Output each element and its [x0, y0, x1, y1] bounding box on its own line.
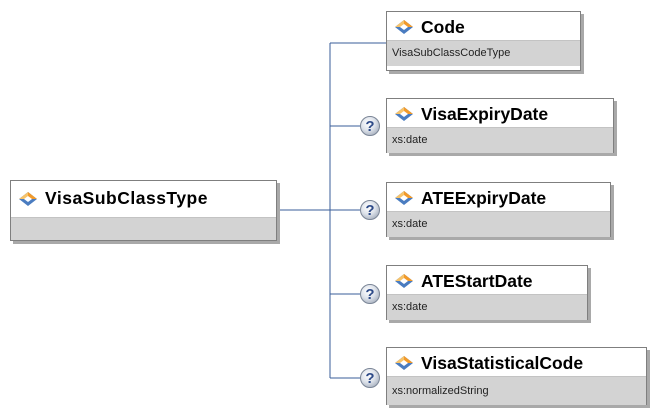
- diamond-icon: [395, 191, 413, 205]
- question-mark-icon: ?: [360, 116, 380, 136]
- element-name: Code: [421, 17, 465, 37]
- root-type-band: [11, 217, 276, 240]
- root-type-name: VisaSubClassType: [45, 188, 208, 208]
- element-box-code[interactable]: Code VisaSubClassCodeType: [386, 11, 581, 71]
- element-header: ATEStartDate: [387, 266, 587, 294]
- element-type: xs:date: [387, 127, 613, 153]
- element-box-ate-expiry-date[interactable]: ATEExpiryDate xs:date: [386, 182, 611, 237]
- diamond-icon: [19, 192, 37, 206]
- element-type: xs:normalizedString: [387, 376, 646, 405]
- question-mark-icon: ?: [360, 284, 380, 304]
- element-name: ATEStartDate: [421, 271, 533, 291]
- element-type: xs:date: [387, 294, 587, 320]
- element-type: VisaSubClassCodeType: [387, 40, 580, 66]
- question-mark-icon: ?: [360, 368, 380, 388]
- element-name: VisaExpiryDate: [421, 104, 549, 124]
- element-header: VisaStatisticalCode: [387, 348, 646, 376]
- diamond-icon: [395, 356, 413, 370]
- diamond-icon: [395, 274, 413, 288]
- element-header: VisaExpiryDate: [387, 99, 613, 127]
- root-header: VisaSubClassType: [11, 181, 276, 217]
- element-box-visa-statistical-code[interactable]: VisaStatisticalCode xs:normalizedString: [386, 347, 647, 405]
- element-header: ATEExpiryDate: [387, 183, 610, 211]
- element-type: xs:date: [387, 211, 610, 237]
- element-box-visa-expiry-date[interactable]: VisaExpiryDate xs:date: [386, 98, 614, 153]
- element-name: ATEExpiryDate: [421, 188, 547, 208]
- question-mark-icon: ?: [360, 200, 380, 220]
- diamond-icon: [395, 20, 413, 34]
- element-name: VisaStatisticalCode: [421, 353, 584, 373]
- element-header: Code: [387, 12, 580, 40]
- diamond-icon: [395, 107, 413, 121]
- element-box-ate-start-date[interactable]: ATEStartDate xs:date: [386, 265, 588, 320]
- root-complex-type-box[interactable]: VisaSubClassType: [10, 180, 277, 241]
